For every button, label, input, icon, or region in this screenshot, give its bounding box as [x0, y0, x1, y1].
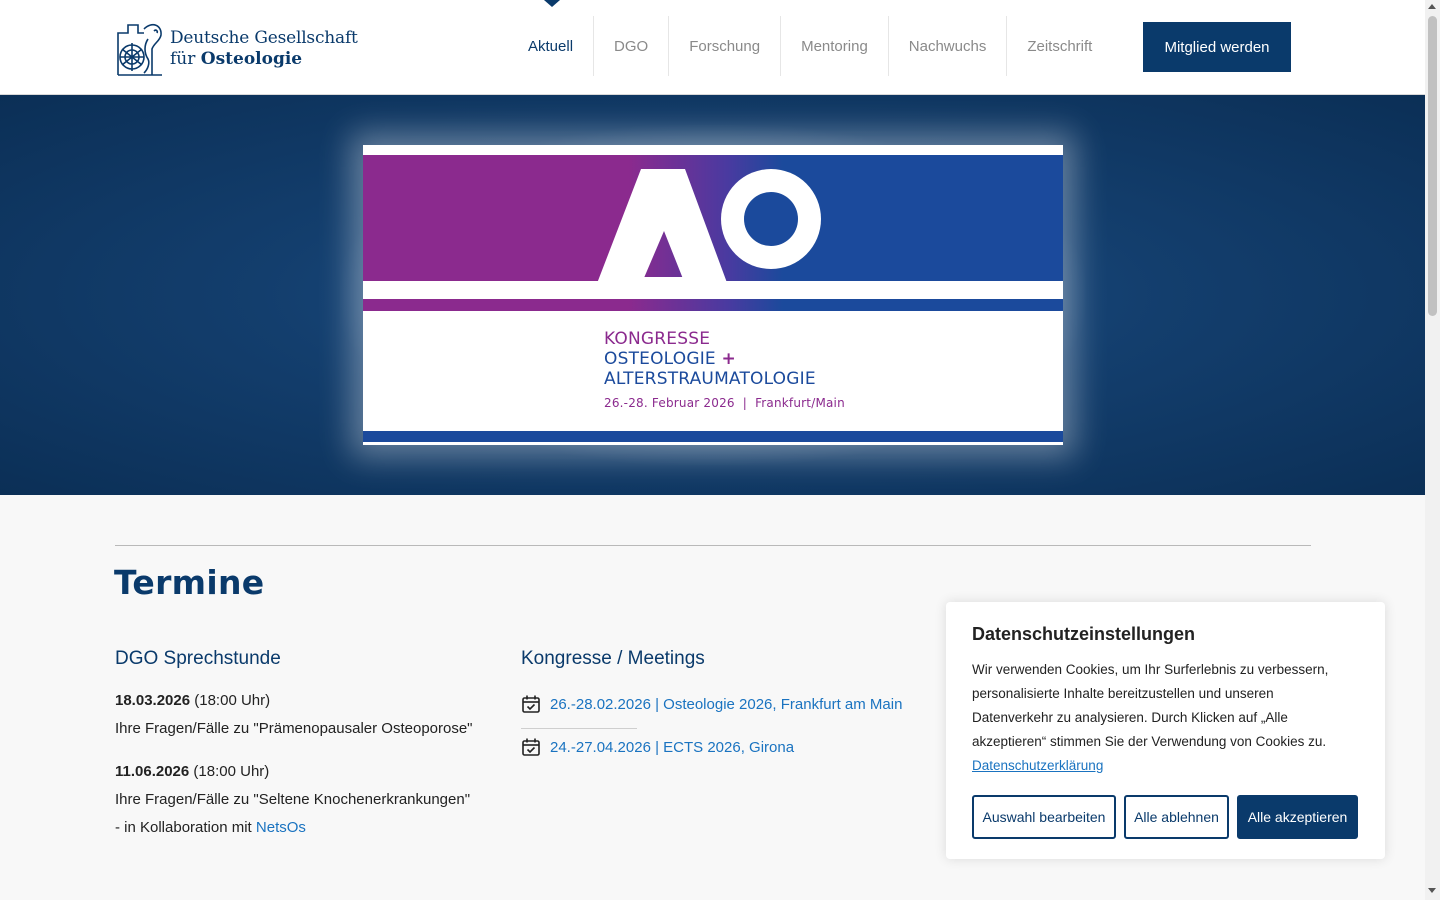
reject-all-button[interactable]: Alle ablehnen [1124, 795, 1229, 839]
site-header: Deutsche Gesellschaft für Osteologie Akt… [0, 0, 1425, 95]
cookie-body: Wir verwenden Cookies, um Ihr Surferlebn… [972, 662, 1329, 749]
site-logo[interactable]: Deutsche Gesellschaft für Osteologie [114, 18, 359, 80]
entry-1-time: (18:00 Uhr) [194, 692, 271, 709]
banner-dates: 26.-28. Februar 2026 [604, 396, 735, 410]
cookie-text: Wir verwenden Cookies, um Ihr Surferlebn… [972, 658, 1357, 778]
section-divider [115, 545, 1311, 546]
banner-location: Frankfurt/Main [755, 396, 845, 410]
main-nav: Aktuell DGO Forschung Mentoring Nachwuch… [508, 16, 1112, 76]
entry-1-date: 18.03.2026 [115, 692, 191, 709]
logo-text: Deutsche Gesellschaft für Osteologie [170, 28, 358, 70]
meeting-item-1[interactable]: 26.-28.02.2026 | Osteologie 2026, Frankf… [521, 694, 902, 714]
entry-2-time: (18:00 Uhr) [193, 763, 270, 780]
accept-all-button[interactable]: Alle akzeptieren [1237, 795, 1358, 839]
cookie-title: Datenschutzeinstellungen [972, 624, 1196, 644]
logo-line-1: Deutsche Gesellschaft [170, 28, 358, 48]
scroll-up-arrow-icon[interactable] [1428, 4, 1436, 9]
banner-line-alterstraumatologie: ALTERSTRAUMATOLOGIE [604, 369, 816, 389]
banner-plus: + [721, 349, 736, 369]
sprechstunde-heading: DGO Sprechstunde [115, 648, 281, 669]
nav-item-nachwuchs[interactable]: Nachwuchs [889, 16, 1008, 76]
banner-text: KONGRESSE OSTEOLOGIE + ALTERSTRAUMATOLOG… [604, 329, 845, 410]
privacy-policy-link[interactable]: Datenschutzerklärung [972, 758, 1103, 773]
banner-osteologie-text: OSTEOLOGIE [604, 349, 716, 369]
sprechstunde-entry-1-topic: Ihre Fragen/Fälle zu "Prämenopausaler Os… [115, 720, 473, 737]
calendar-check-icon [522, 695, 540, 713]
entry-2-date: 11.06.2026 [115, 763, 190, 780]
scroll-down-arrow-icon[interactable] [1428, 888, 1436, 893]
logo-line-2-prefix: für [170, 49, 196, 69]
entry-2-extra-prefix: - in Kollaboration mit [115, 819, 252, 836]
banner-date-line: 26.-28. Februar 2026 | Frankfurt/Main [604, 396, 845, 410]
banner-line-osteologie: OSTEOLOGIE + [604, 349, 845, 369]
meetings-column: Kongresse / Meetings 26.-28.02.2026 | Os… [521, 648, 921, 756]
hero-section: KONGRESSE OSTEOLOGIE + ALTERSTRAUMATOLOG… [0, 95, 1425, 495]
nav-item-mentoring[interactable]: Mentoring [781, 16, 889, 76]
sprechstunde-entry-1-date: 18.03.2026 (18:00 Uhr) [115, 687, 485, 715]
nav-item-aktuell[interactable]: Aktuell [508, 16, 595, 76]
netsos-link[interactable]: NetsOs [256, 819, 306, 836]
banner-separator: | [742, 396, 748, 410]
logo-line-2: für Osteologie [170, 49, 358, 70]
scroll-thumb[interactable] [1428, 16, 1437, 316]
sprechstunde-entry-2-extra: - in Kollaboration mit NetsOs [115, 814, 485, 842]
calendar-check-icon [522, 738, 540, 756]
meetings-heading: Kongresse / Meetings [521, 648, 705, 669]
meeting-item-2[interactable]: 24.-27.04.2026 | ECTS 2026, Girona [521, 737, 794, 757]
nav-item-forschung[interactable]: Forschung [669, 16, 782, 76]
page-scrollbar[interactable] [1425, 0, 1440, 900]
edit-selection-button[interactable]: Auswahl bearbeiten [972, 795, 1116, 839]
cookie-consent-dialog: Datenschutzeinstellungen Wir verwenden C… [946, 602, 1385, 859]
become-member-button[interactable]: Mitglied werden [1143, 22, 1291, 72]
congress-banner[interactable]: KONGRESSE OSTEOLOGIE + ALTERSTRAUMATOLOG… [363, 145, 1063, 445]
sprechstunde-entry-2-topic: Ihre Fragen/Fälle zu "Seltene Knochenerk… [115, 791, 471, 808]
meeting-item-2-label: 24.-27.04.2026 | ECTS 2026, Girona [550, 738, 795, 756]
nav-item-dgo[interactable]: DGO [594, 16, 670, 76]
active-nav-caret [544, 0, 560, 7]
sprechstunde-column: DGO Sprechstunde 18.03.2026 (18:00 Uhr) … [115, 648, 485, 842]
logo-line-2-bold: Osteologie [200, 49, 303, 69]
banner-line-kongresse: KONGRESSE [604, 329, 711, 349]
meeting-separator [521, 728, 637, 729]
osteology-emblem-icon [117, 23, 162, 76]
termine-title: Termine [114, 563, 265, 602]
sprechstunde-entry-2-date: 11.06.2026 (18:00 Uhr) [115, 758, 485, 786]
meeting-item-1-label: 26.-28.02.2026 | Osteologie 2026, Frankf… [550, 695, 903, 713]
nav-item-zeitschrift[interactable]: Zeitschrift [1007, 16, 1112, 76]
